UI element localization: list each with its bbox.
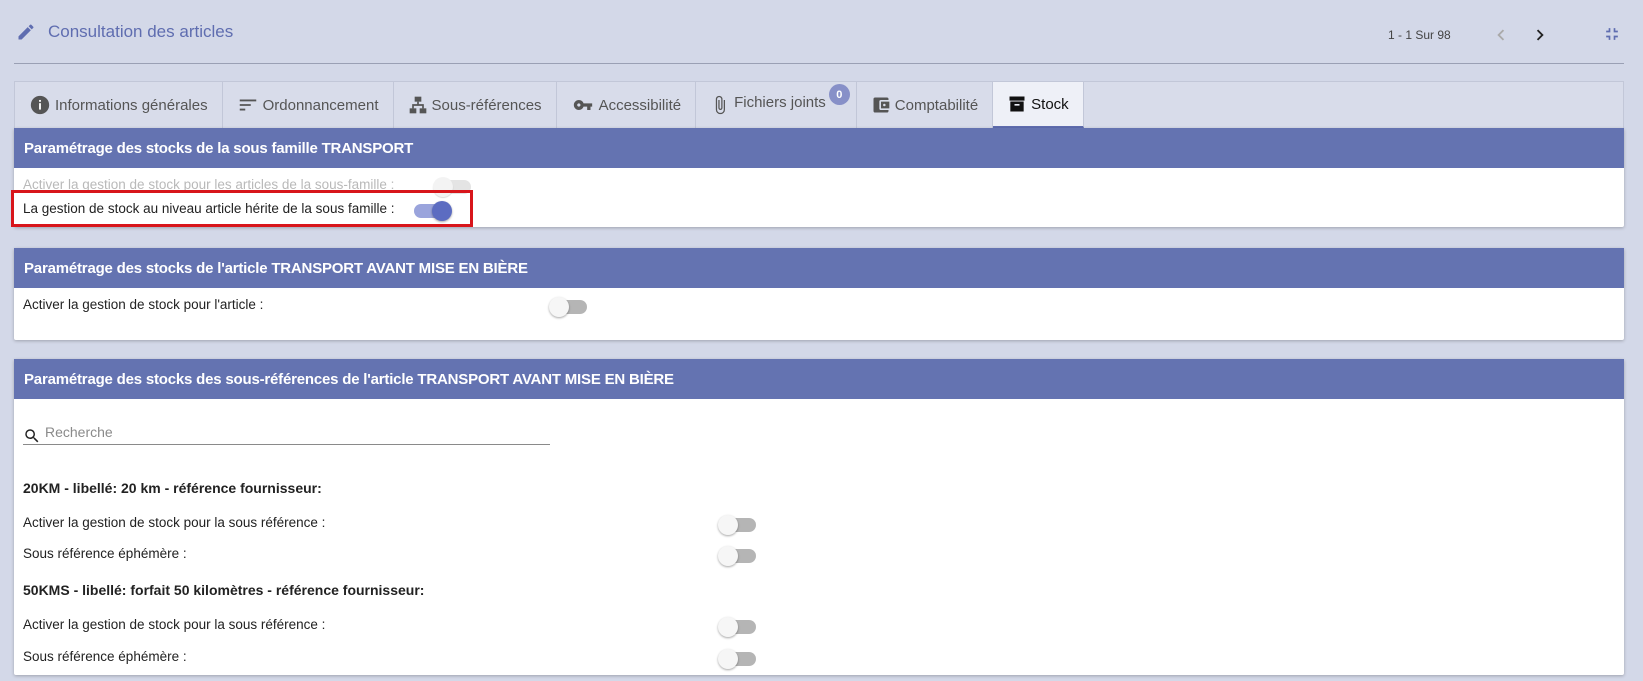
subref-heading-20km: 20KM - libellé: 20 km - référence fourni… xyxy=(23,480,322,496)
tab-bar: Informations générales Ordonnancement So… xyxy=(14,81,1624,128)
tab-label: Accessibilité xyxy=(598,96,682,114)
pencil-icon xyxy=(18,24,34,40)
hierarchy-icon xyxy=(409,96,426,114)
search-box xyxy=(23,419,550,445)
tab-label: Stock xyxy=(1031,95,1069,113)
highlight-box xyxy=(11,190,473,227)
family-panel-title: Paramétrage des stocks de la sous famill… xyxy=(14,128,1624,168)
tab-label: Fichiers joints xyxy=(734,93,826,111)
subref-panel-title: Paramétrage des stocks des sous-référenc… xyxy=(14,359,1624,399)
subref-20km-ephemeral-toggle[interactable] xyxy=(718,546,756,566)
tab-fichiers-joints[interactable]: Fichiers joints 0 xyxy=(696,82,857,128)
paperclip-icon xyxy=(715,95,726,115)
toggle-knob xyxy=(718,546,738,566)
tab-label: Ordonnancement xyxy=(262,96,379,114)
subref-ephemeral-label: Sous référence éphémère : xyxy=(23,546,187,561)
subref-ephemeral-label: Sous référence éphémère : xyxy=(23,649,187,664)
title-wrap: Consultation des articles xyxy=(16,22,233,42)
header-divider xyxy=(14,63,1624,64)
tab-ordonnancement[interactable]: Ordonnancement xyxy=(223,82,394,128)
top-bar: Consultation des articles 1 - 1 Sur 98 xyxy=(0,0,1643,64)
page-title: Consultation des articles xyxy=(48,22,234,41)
chevron-right-icon[interactable] xyxy=(1529,24,1551,46)
pager-text: 1 - 1 Sur 98 xyxy=(1388,28,1451,42)
attachments-count-badge: 0 xyxy=(828,84,850,105)
tab-comptabilite[interactable]: Comptabilité xyxy=(857,82,994,128)
tab-label: Comptabilité xyxy=(894,96,979,114)
tab-accessibilite[interactable]: Accessibilité xyxy=(557,82,697,128)
article-stock-toggle[interactable] xyxy=(549,297,587,317)
tab-stock[interactable]: Stock xyxy=(993,82,1084,128)
toggle-knob xyxy=(718,617,738,637)
compress-icon[interactable] xyxy=(1602,24,1622,44)
subref-50kms-stock-toggle[interactable] xyxy=(718,617,756,637)
subref-stock-panel: Paramétrage des stocks des sous-référenc… xyxy=(14,359,1624,675)
tab-sous-references[interactable]: Sous-références xyxy=(394,82,557,128)
article-stock-label: Activer la gestion de stock pour l'artic… xyxy=(23,297,264,312)
key-icon xyxy=(573,100,592,110)
toggle-knob xyxy=(549,297,569,317)
tab-label: Informations générales xyxy=(55,96,208,114)
search-input[interactable] xyxy=(45,423,525,440)
subref-stock-label: Activer la gestion de stock pour la sous… xyxy=(23,617,326,632)
archive-icon xyxy=(1009,96,1025,112)
search-icon xyxy=(25,428,39,442)
subref-20km-stock-toggle[interactable] xyxy=(718,515,756,535)
article-panel-title: Paramétrage des stocks de l'article TRAN… xyxy=(14,248,1624,288)
subref-50kms-ephemeral-toggle[interactable] xyxy=(718,649,756,669)
tab-label: Sous-références xyxy=(431,96,542,114)
subref-heading-50kms: 50KMS - libellé: forfait 50 kilomètres -… xyxy=(23,582,425,598)
wallet-icon xyxy=(873,97,890,113)
tab-informations-generales[interactable]: Informations générales xyxy=(15,82,223,128)
sort-icon xyxy=(239,99,256,111)
toggle-knob xyxy=(718,649,738,669)
toggle-knob xyxy=(718,515,738,535)
info-icon xyxy=(30,95,50,115)
article-stock-panel: Paramétrage des stocks de l'article TRAN… xyxy=(14,248,1624,340)
chevron-left-icon[interactable] xyxy=(1490,24,1512,46)
subref-stock-label: Activer la gestion de stock pour la sous… xyxy=(23,515,326,530)
